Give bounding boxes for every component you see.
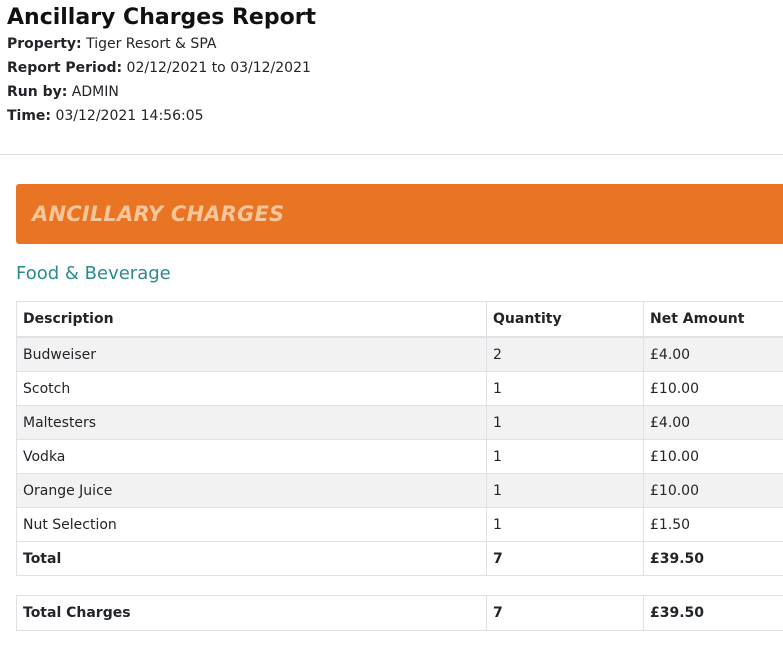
table-row: Orange Juice 1 £10.00 (16, 473, 783, 508)
time-line: Time: 03/12/2021 14:56:05 (7, 104, 783, 128)
report-header: Ancillary Charges Report Property: Tiger… (0, 0, 783, 154)
cell-description: Budweiser (16, 336, 487, 372)
cell-quantity: 1 (486, 507, 644, 542)
page-title: Ancillary Charges Report (7, 5, 317, 30)
table-row: Nut Selection 1 £1.50 (16, 507, 783, 542)
cell-quantity: 1 (486, 473, 644, 508)
report-period-value: 02/12/2021 to 03/12/2021 (126, 60, 311, 76)
cell-quantity: 1 (486, 371, 644, 406)
cell-net-amount: £1.50 (643, 507, 783, 542)
cell-quantity: 2 (486, 336, 644, 372)
total-quantity: 7 (486, 541, 644, 576)
run-by-line: Run by: ADMIN (7, 80, 783, 104)
cell-description: Orange Juice (16, 473, 487, 508)
header-divider (0, 154, 783, 155)
section-total-row: Total 7 £39.50 (16, 541, 783, 576)
cell-description: Scotch (16, 371, 487, 406)
column-header-description: Description (16, 301, 487, 338)
report-period-label: Report Period: (7, 60, 123, 76)
column-header-quantity: Quantity (486, 301, 644, 338)
time-value: 03/12/2021 14:56:05 (55, 108, 204, 124)
cell-net-amount: £4.00 (643, 405, 783, 440)
property-value: Tiger Resort & SPA (86, 36, 217, 52)
cell-quantity: 1 (486, 439, 644, 474)
property-line: Property: Tiger Resort & SPA (7, 32, 783, 56)
table-row: Scotch 1 £10.00 (16, 371, 783, 406)
table-row: Budweiser 2 £4.00 (16, 336, 783, 372)
cell-description: Nut Selection (16, 507, 487, 542)
cell-description: Vodka (16, 439, 487, 474)
property-label: Property: (7, 36, 82, 52)
section-banner: ANCILLARY CHARGES (16, 184, 783, 244)
grand-total-table: Total Charges 7 £39.50 (16, 595, 783, 631)
column-header-net-amount: Net Amount (643, 301, 783, 338)
table-row: Maltesters 1 £4.00 (16, 405, 783, 440)
section-title: Food & Beverage (16, 263, 171, 284)
table-header-row: Description Quantity Net Amount (16, 301, 783, 338)
run-by-value: ADMIN (71, 84, 119, 100)
grand-total-quantity: 7 (486, 595, 644, 631)
grand-total-row: Total Charges 7 £39.50 (16, 595, 783, 631)
time-label: Time: (7, 108, 52, 124)
grand-total-net-amount: £39.50 (643, 595, 783, 631)
table-row: Vodka 1 £10.00 (16, 439, 783, 474)
grand-total-label: Total Charges (16, 595, 487, 631)
total-net-amount: £39.50 (643, 541, 783, 576)
cell-net-amount: £10.00 (643, 439, 783, 474)
food-beverage-table: Description Quantity Net Amount Budweise… (16, 301, 783, 576)
report-period-line: Report Period: 02/12/2021 to 03/12/2021 (7, 56, 783, 80)
cell-description: Maltesters (16, 405, 487, 440)
cell-net-amount: £10.00 (643, 473, 783, 508)
run-by-label: Run by: (7, 84, 68, 100)
total-label: Total (16, 541, 487, 576)
cell-net-amount: £4.00 (643, 336, 783, 372)
cell-quantity: 1 (486, 405, 644, 440)
cell-net-amount: £10.00 (643, 371, 783, 406)
banner-title: ANCILLARY CHARGES (32, 202, 285, 226)
